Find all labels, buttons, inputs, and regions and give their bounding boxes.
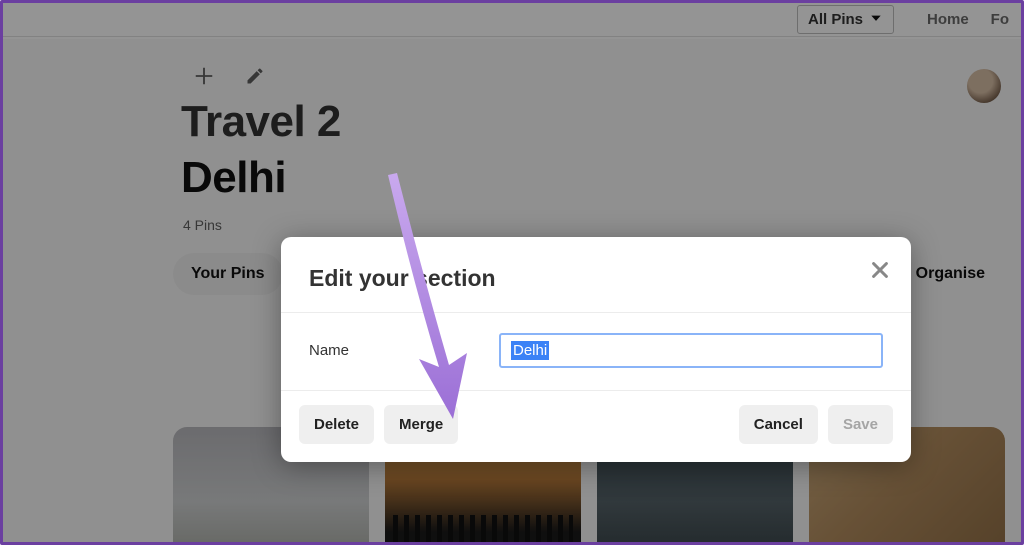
close-icon[interactable]	[869, 259, 891, 281]
modal-title: Edit your section	[309, 265, 883, 292]
pin-count: 4 Pins	[173, 217, 1001, 233]
section-name-input[interactable]: Delhi	[499, 333, 883, 368]
tab-your-pins[interactable]: Your Pins	[173, 253, 283, 295]
section-name-value: Delhi	[511, 341, 549, 360]
top-nav: All Pins Home Fo	[3, 3, 1021, 37]
pins-filter-dropdown[interactable]: All Pins	[797, 5, 894, 34]
organise-button[interactable]: Organise	[900, 253, 1001, 295]
section-title: Delhi	[173, 153, 1001, 203]
avatar[interactable]	[967, 69, 1001, 103]
nav-following[interactable]: Fo	[991, 11, 1009, 28]
plus-icon[interactable]	[193, 65, 215, 87]
pins-filter-label: All Pins	[808, 11, 863, 28]
name-label: Name	[309, 342, 459, 359]
cancel-button[interactable]: Cancel	[739, 405, 818, 444]
modal-footer: Delete Merge Cancel Save	[281, 390, 911, 462]
app-frame: All Pins Home Fo Travel 2 Delhi 4 Pins Y…	[0, 0, 1024, 545]
modal-body: Name Delhi	[281, 312, 911, 390]
chevron-down-icon	[869, 11, 883, 28]
edit-section-modal: Edit your section Name Delhi Delete Merg…	[281, 237, 911, 462]
pencil-icon[interactable]	[245, 66, 265, 86]
modal-header: Edit your section	[281, 237, 911, 312]
merge-button[interactable]: Merge	[384, 405, 458, 444]
board-actions	[173, 59, 1001, 97]
delete-button[interactable]: Delete	[299, 405, 374, 444]
save-button[interactable]: Save	[828, 405, 893, 444]
nav-home[interactable]: Home	[927, 11, 969, 28]
board-title: Travel 2	[173, 97, 1001, 147]
